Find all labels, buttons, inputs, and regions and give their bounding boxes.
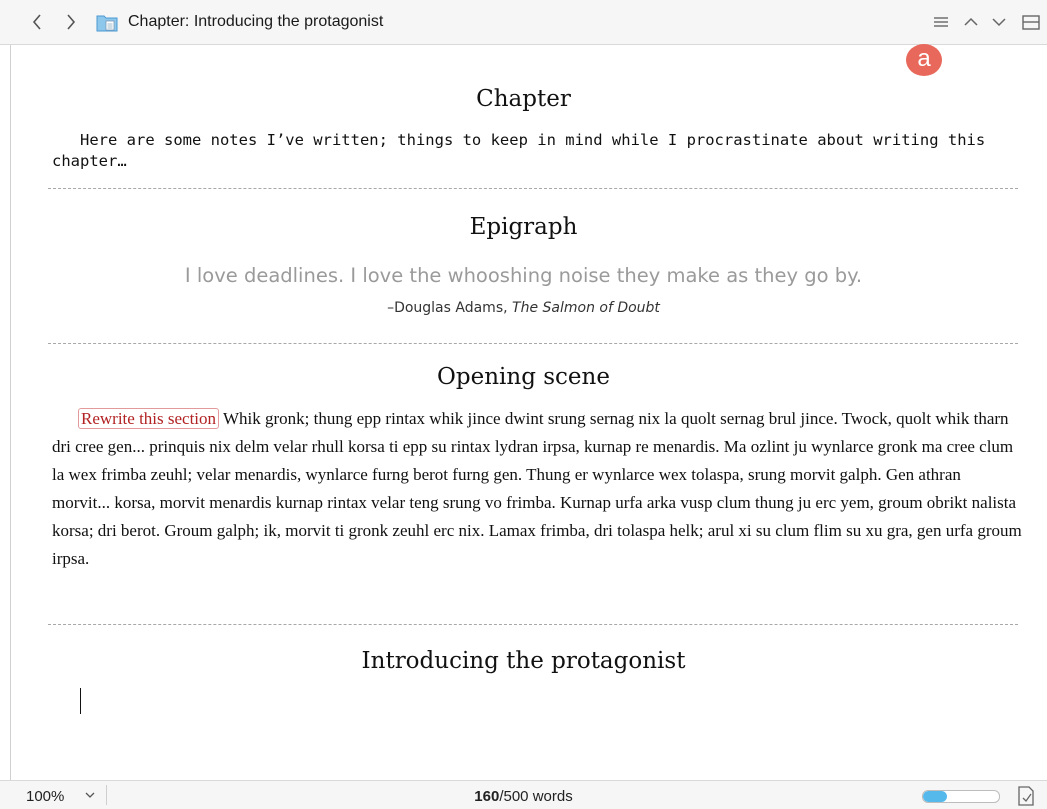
back-icon (32, 14, 41, 30)
forward-icon (67, 14, 76, 30)
target-progress-bar (922, 790, 1000, 803)
chapter-notes[interactable]: Here are some notes I’ve written; things… (52, 130, 992, 172)
word-target: /500 words (499, 788, 573, 805)
breadcrumb[interactable]: Chapter: Introducing the protagonist (128, 13, 383, 31)
header-bar: Chapter: Introducing the protagonist (0, 0, 1047, 45)
epigraph-attribution[interactable]: –Douglas Adams, The Salmon of Doubt (0, 300, 1047, 316)
annotation-marker: a (906, 44, 942, 76)
section-divider (48, 624, 1018, 625)
up-icon (964, 17, 978, 26)
word-count[interactable]: 160/500 words (0, 788, 1047, 805)
chapter-title: Chapter (476, 86, 571, 112)
next-document-button[interactable] (988, 11, 1010, 33)
text-cursor (80, 688, 81, 714)
down-icon (992, 18, 1006, 27)
split-icon (1022, 15, 1040, 30)
back-button[interactable] (26, 10, 50, 34)
footer-bar: 100% 160/500 words (0, 780, 1047, 809)
section-divider (48, 343, 1018, 344)
inline-comment[interactable]: Rewrite this section (78, 408, 220, 429)
breadcrumb-prefix: Chapter: (128, 13, 190, 30)
word-count-value: 160 (474, 788, 500, 805)
list-button[interactable] (930, 11, 952, 33)
breadcrumb-title: Introducing the protagonist (193, 13, 384, 30)
opening-scene-body: Whik gronk; thung epp rintax whik jince … (52, 409, 1022, 568)
forward-button[interactable] (58, 10, 82, 34)
epigraph-quote[interactable]: I love deadlines. I love the whooshing n… (0, 264, 1047, 287)
target-progress-fill (923, 791, 948, 802)
opening-scene-text[interactable]: Rewrite this section Whik gronk; thung e… (52, 405, 1022, 573)
attribution-author: –Douglas Adams, (387, 300, 513, 316)
split-editor-button[interactable] (1020, 11, 1042, 33)
opening-scene-title: Opening scene (437, 364, 610, 390)
window-edge (10, 0, 11, 808)
previous-document-button[interactable] (960, 11, 982, 33)
attribution-work: The Salmon of Doubt (512, 300, 660, 316)
folder-icon (96, 15, 118, 32)
epigraph-title: Epigraph (469, 214, 578, 240)
target-icon[interactable] (1016, 785, 1036, 807)
section-divider (48, 188, 1018, 189)
protagonist-title: Introducing the protagonist (361, 648, 686, 674)
list-icon (934, 17, 948, 27)
